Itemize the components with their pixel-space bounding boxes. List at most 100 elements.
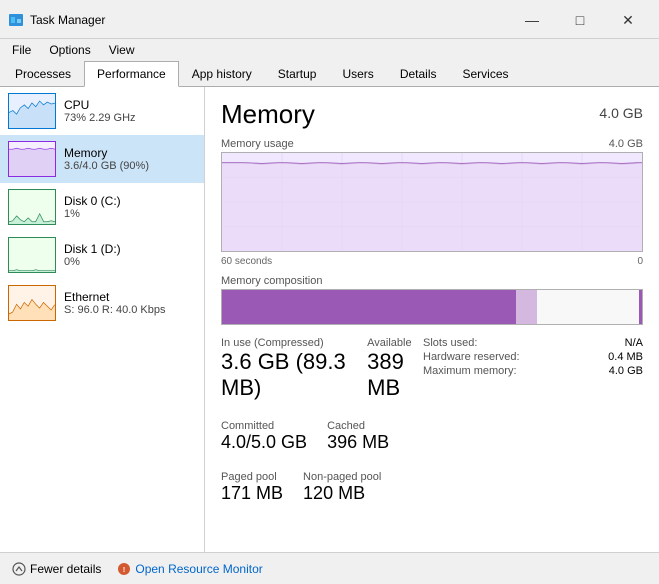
hw-reserved-row: Hardware reserved: 0.4 MB [423,351,643,363]
sidebar-item-disk1[interactable]: Disk 1 (D:) 0% [0,231,204,279]
usage-max-label: 4.0 GB [609,138,643,150]
memory-composition-chart [221,289,643,325]
sidebar-item-disk0[interactable]: Disk 0 (C:) 1% [0,183,204,231]
app-title: Task Manager [30,13,105,27]
menu-options[interactable]: Options [41,41,98,59]
stats-section: In use (Compressed) 3.6 GB (89.3 MB) Ava… [221,337,643,523]
app-icon [8,12,24,28]
right-panel: Memory 4.0 GB Memory usage 4.0 GB [205,87,659,552]
disk1-mini-chart [8,237,56,273]
panel-title: Memory [221,99,315,130]
disk1-info: Disk 1 (D:) 0% [64,242,196,268]
title-bar: Task Manager — □ ✕ [0,0,659,39]
cpu-mini-chart [8,93,56,129]
comp-free [537,290,642,324]
available-value: 389 MB [367,349,423,402]
fewer-details-label: Fewer details [30,562,101,576]
minimize-button[interactable]: — [509,6,555,34]
committed-label: Committed [221,420,307,432]
tab-app-history[interactable]: App history [179,61,265,87]
tab-startup[interactable]: Startup [265,61,330,87]
committed-value: 4.0/5.0 GB [221,432,307,454]
stats-left: In use (Compressed) 3.6 GB (89.3 MB) Ava… [221,337,423,523]
panel-header: Memory 4.0 GB [221,99,643,130]
slots-row: Slots used: N/A [423,337,643,349]
comp-border [639,290,642,324]
resource-monitor-label: Open Resource Monitor [135,562,262,576]
slots-label: Slots used: [423,337,477,349]
cached-label: Cached [327,420,389,432]
ethernet-mini-chart [8,285,56,321]
sidebar-item-ethernet[interactable]: Ethernet S: 96.0 R: 40.0 Kbps [0,279,204,327]
composition-label: Memory composition [221,275,643,287]
cached-value: 396 MB [327,432,389,454]
usage-label-text: Memory usage [221,138,294,150]
ethernet-info: Ethernet S: 96.0 R: 40.0 Kbps [64,290,196,316]
main-content: CPU 73% 2.29 GHz Memory 3.6/4.0 GB (90%) [0,87,659,552]
memory-mini-chart [8,141,56,177]
memory-value: 3.6/4.0 GB (90%) [64,160,196,172]
cpu-info: CPU 73% 2.29 GHz [64,98,196,124]
paged-value: 171 MB [221,483,283,505]
stat-paged: Paged pool 171 MB [221,471,283,505]
paged-label: Paged pool [221,471,283,483]
sidebar-item-cpu[interactable]: CPU 73% 2.29 GHz [0,87,204,135]
disk0-label: Disk 0 (C:) [64,194,196,208]
max-memory-label: Maximum memory: [423,365,517,377]
stats-right: Slots used: N/A Hardware reserved: 0.4 M… [423,337,643,523]
ethernet-label: Ethernet [64,290,196,304]
cpu-label: CPU [64,98,196,112]
sidebar: CPU 73% 2.29 GHz Memory 3.6/4.0 GB (90%) [0,87,205,552]
stat-available: Available 389 MB [367,337,423,402]
memory-info: Memory 3.6/4.0 GB (90%) [64,146,196,172]
maximize-button[interactable]: □ [557,6,603,34]
time-end: 0 [637,256,643,267]
resource-monitor-icon: ! [117,562,131,576]
disk0-mini-chart [8,189,56,225]
sidebar-item-memory[interactable]: Memory 3.6/4.0 GB (90%) [0,135,204,183]
memory-label: Memory [64,146,196,160]
hw-reserved-label: Hardware reserved: [423,351,520,363]
in-use-value: 3.6 GB (89.3 MB) [221,349,347,402]
stat-cached: Cached 396 MB [327,420,389,454]
disk0-info: Disk 0 (C:) 1% [64,194,196,220]
stat-in-use: In use (Compressed) 3.6 GB (89.3 MB) [221,337,347,402]
stat-committed: Committed 4.0/5.0 GB [221,420,307,454]
fewer-details-button[interactable]: Fewer details [12,562,101,576]
panel-total: 4.0 GB [599,105,643,121]
comp-in-use [222,290,516,324]
chevron-up-icon [12,562,26,576]
bottom-bar: Fewer details ! Open Resource Monitor [0,552,659,584]
tab-details[interactable]: Details [387,61,450,87]
usage-chart-label: Memory usage 4.0 GB [221,138,643,150]
disk1-label: Disk 1 (D:) [64,242,196,256]
menu-bar: File Options View [0,39,659,61]
ethernet-value: S: 96.0 R: 40.0 Kbps [64,304,196,316]
tab-services[interactable]: Services [450,61,522,87]
close-button[interactable]: ✕ [605,6,651,34]
disk1-value: 0% [64,256,196,268]
nonpaged-label: Non-paged pool [303,471,381,483]
in-use-label: In use (Compressed) [221,337,347,349]
tab-processes[interactable]: Processes [2,61,84,87]
menu-file[interactable]: File [4,41,39,59]
open-resource-monitor-button[interactable]: ! Open Resource Monitor [117,562,262,576]
cpu-value: 73% 2.29 GHz [64,112,196,124]
composition-label-text: Memory composition [221,275,322,287]
max-memory-row: Maximum memory: 4.0 GB [423,365,643,377]
disk0-value: 1% [64,208,196,220]
tab-bar: Processes Performance App history Startu… [0,61,659,87]
stat-nonpaged: Non-paged pool 120 MB [303,471,381,505]
memory-usage-chart [221,152,643,252]
tab-performance[interactable]: Performance [84,61,179,87]
time-start: 60 seconds [221,256,272,267]
tab-users[interactable]: Users [329,61,386,87]
available-label: Available [367,337,423,349]
menu-view[interactable]: View [101,41,143,59]
nonpaged-value: 120 MB [303,483,381,505]
hw-reserved-value: 0.4 MB [608,351,643,363]
chart-time-labels: 60 seconds 0 [221,256,643,267]
slots-value: N/A [625,337,643,349]
max-memory-value: 4.0 GB [609,365,643,377]
comp-standby [516,290,537,324]
